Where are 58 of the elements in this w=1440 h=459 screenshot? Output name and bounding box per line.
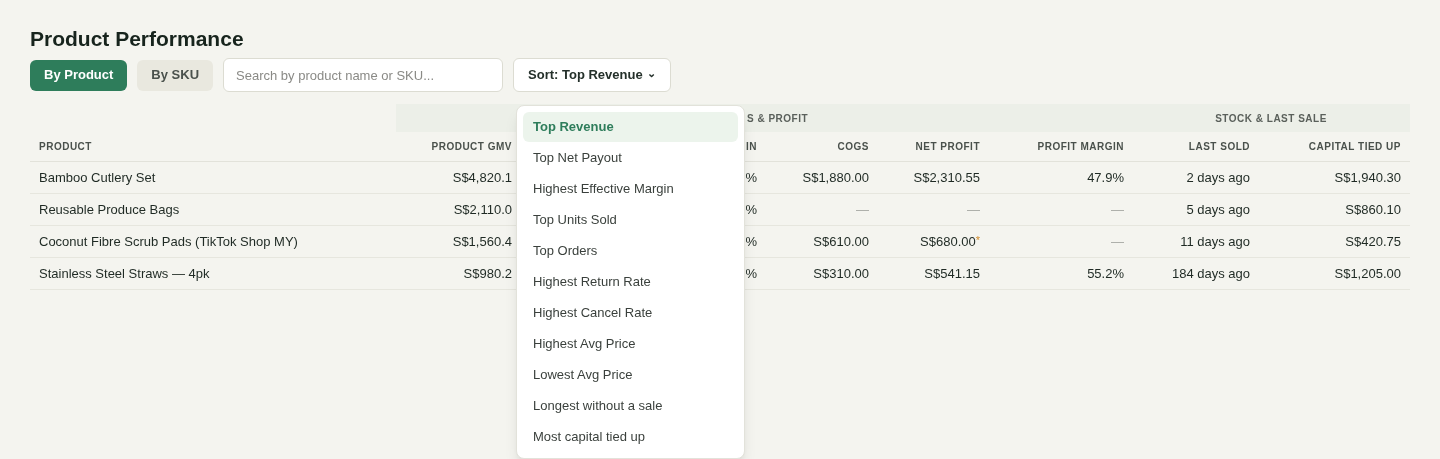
table-cell-text: Reusable Produce Bags	[39, 200, 180, 219]
table-cell-text: S$1,205.00	[1334, 264, 1401, 283]
table-cell-text: Stainless Steel Straws — 4pk	[39, 264, 210, 283]
table-cell-text: Coconut Fibre Scrub Pads (TikTok Shop MY)	[39, 232, 298, 251]
column-header: NET PROFIT	[915, 140, 980, 154]
table-cell-text: %	[745, 264, 757, 283]
table-cell-text: S$1,940.30	[1334, 168, 1401, 187]
column-header: LAST SOLD	[1188, 140, 1250, 154]
group-header: S & PROFIT	[747, 111, 809, 126]
table-cell-text: S$2,110.0	[453, 200, 512, 219]
page-title: Product Performance	[30, 26, 244, 52]
table-cell-text: S$1,560.4	[452, 232, 512, 251]
menu-item[interactable]: Highest Avg Price	[523, 329, 738, 359]
column-header: CAPITAL TIED UP	[1308, 140, 1401, 154]
table-cell-text: S$860.10	[1345, 200, 1401, 219]
table-cell-text: —	[967, 200, 980, 219]
table-cell-text: 5 days ago	[1186, 200, 1250, 219]
menu-item[interactable]: Lowest Avg Price	[523, 360, 738, 390]
table-cell-text: —	[1111, 232, 1124, 251]
menu-item[interactable]: Highest Cancel Rate	[523, 298, 738, 328]
view-tab[interactable]: By Product	[30, 59, 128, 91]
search-field[interactable]: Search by product name or SKU...	[223, 58, 504, 92]
column-header: COGS	[837, 140, 869, 154]
table-cell-text: 2 days ago	[1186, 168, 1250, 187]
menu-item[interactable]: Highest Return Rate	[523, 267, 738, 297]
menu-item[interactable]: Top Orders	[523, 236, 738, 266]
table-cell-text: Bamboo Cutlery Set	[39, 168, 156, 187]
menu-item[interactable]: Highest Effective Margin	[523, 174, 738, 204]
table-cell-text: 184 days ago	[1171, 264, 1250, 283]
table-cell-text: %	[745, 200, 757, 219]
column-header: PRODUCT	[39, 140, 92, 154]
table-cell-text: S$1,880.00	[802, 168, 869, 187]
table-cell-text: S$980.2	[463, 264, 512, 283]
table-cell-text: S$310.00	[813, 264, 869, 283]
column-header: IN	[746, 140, 757, 154]
table-cell-text: %	[745, 232, 757, 251]
menu-item[interactable]: Top Net Payout	[523, 143, 738, 173]
menu-item[interactable]: Top Units Sold	[523, 205, 738, 235]
table-cell-text: S$420.75	[1345, 232, 1401, 251]
view-tab[interactable]: By SKU	[137, 59, 214, 91]
sort-dropdown[interactable]: Sort: Top Revenue ⌄	[513, 58, 671, 92]
column-header: PROFIT MARGIN	[1037, 140, 1124, 154]
table-cell-text: %	[745, 168, 757, 187]
group-header: STOCK & LAST SALE	[1215, 111, 1327, 126]
table-cell-text: —	[856, 200, 869, 219]
table-cell-text: 55.2%	[1087, 264, 1124, 283]
menu-item[interactable]: Most capital tied up	[523, 422, 738, 452]
table-cell-text: S$2,310.55	[913, 168, 980, 187]
table-cell-text: 11 days ago	[1180, 232, 1250, 251]
table-cell-text: S$610.00	[813, 232, 869, 251]
menu-item[interactable]: Longest without a sale	[523, 391, 738, 421]
table-cell-text: S$541.15	[924, 264, 980, 283]
menu-item[interactable]: Top Revenue	[523, 112, 738, 142]
table-cell-text: S$680.00*	[920, 232, 980, 251]
table-cell-text: S$4,820.1	[452, 168, 512, 187]
column-header: PRODUCT GMV	[431, 140, 512, 154]
table-cell-text: 47.9%	[1087, 168, 1124, 187]
table-cell-text: —	[1111, 200, 1124, 219]
